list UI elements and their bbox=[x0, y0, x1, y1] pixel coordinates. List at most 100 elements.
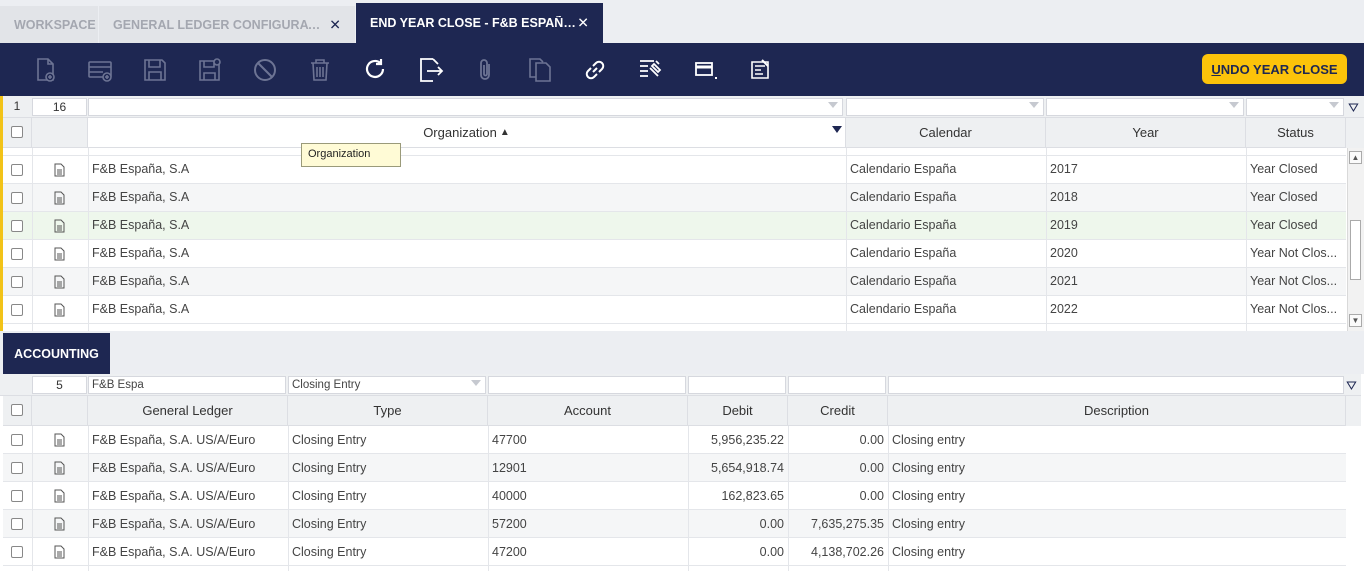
status-filter[interactable] bbox=[1246, 98, 1344, 116]
table-row[interactable]: F&B España, S.A Calendario España 2018 Y… bbox=[3, 184, 1346, 212]
general-ledger-filter[interactable]: F&B Espa bbox=[88, 376, 286, 394]
column-header-calendar[interactable]: Calendar bbox=[846, 118, 1046, 148]
filter-icon[interactable]: ⛛ bbox=[1348, 100, 1359, 116]
debit-filter[interactable] bbox=[688, 376, 786, 394]
column-header-organization[interactable]: Organization ▲ bbox=[88, 118, 846, 148]
refresh-icon[interactable] bbox=[361, 56, 389, 84]
row-checkbox[interactable] bbox=[11, 490, 23, 502]
section-tab-bar: ACCOUNTING bbox=[0, 331, 1364, 374]
column-header-account[interactable]: Account bbox=[488, 396, 688, 426]
scroll-down-icon[interactable]: ▼ bbox=[1349, 314, 1362, 327]
type-filter[interactable]: Closing Entry bbox=[288, 376, 486, 394]
table-row[interactable]: F&B España, S.A. US/A/Euro Closing Entry… bbox=[3, 538, 1346, 566]
column-header-status[interactable]: Status bbox=[1246, 118, 1346, 148]
vertical-scrollbar[interactable]: ▲ ▼ bbox=[1347, 148, 1364, 331]
description-cell: Closing entry bbox=[892, 517, 965, 531]
row-checkbox[interactable] bbox=[11, 434, 23, 446]
table-row[interactable]: F&B España, S.A. US/A/Euro Closing Entry… bbox=[3, 454, 1346, 482]
column-header-year[interactable]: Year bbox=[1046, 118, 1246, 148]
table-row[interactable]: F&B España, S.A. US/A/Euro Closing Entry… bbox=[3, 426, 1346, 454]
save-icon[interactable] bbox=[141, 56, 169, 84]
table-row[interactable]: F&B España, S.A Calendario España 2017 Y… bbox=[3, 156, 1346, 184]
document-icon[interactable] bbox=[54, 489, 65, 503]
credit-filter[interactable] bbox=[788, 376, 886, 394]
row-checkbox[interactable] bbox=[11, 192, 23, 204]
tab-accounting[interactable]: ACCOUNTING bbox=[3, 333, 110, 374]
cancel-icon[interactable] bbox=[251, 56, 279, 84]
table-row[interactable]: F&B España, S.A Calendario España 2022 Y… bbox=[3, 296, 1346, 324]
document-icon[interactable] bbox=[54, 461, 65, 475]
row-checkbox[interactable] bbox=[11, 462, 23, 474]
column-label: Year bbox=[1132, 125, 1159, 140]
attach-icon[interactable] bbox=[471, 56, 499, 84]
column-header-debit[interactable]: Debit bbox=[688, 396, 788, 426]
scrollbar-thumb[interactable] bbox=[1350, 220, 1361, 280]
type-cell: Closing Entry bbox=[292, 433, 367, 447]
select-all-checkbox[interactable] bbox=[11, 126, 23, 138]
account-cell: 12901 bbox=[492, 461, 527, 475]
column-menu-icon[interactable] bbox=[832, 126, 842, 133]
chevron-down-icon[interactable] bbox=[1229, 102, 1239, 108]
tab-workspace[interactable]: WORKSPACE bbox=[0, 6, 98, 43]
row-checkbox[interactable] bbox=[11, 518, 23, 530]
undo-year-close-button[interactable]: UNDO YEAR CLOSE bbox=[1202, 54, 1347, 84]
description-cell: Closing entry bbox=[892, 433, 965, 447]
export-icon[interactable] bbox=[416, 56, 444, 84]
close-icon[interactable]: ✕ bbox=[577, 15, 589, 32]
document-icon[interactable] bbox=[54, 219, 65, 233]
new-row-icon[interactable] bbox=[86, 56, 114, 84]
chevron-down-icon[interactable] bbox=[828, 102, 838, 108]
organization-filter[interactable] bbox=[88, 98, 843, 116]
document-icon[interactable] bbox=[54, 517, 65, 531]
chevron-down-icon[interactable] bbox=[471, 380, 481, 386]
row-checkbox[interactable] bbox=[11, 276, 23, 288]
close-icon[interactable]: ✕ bbox=[329, 16, 341, 33]
new-document-icon[interactable] bbox=[31, 56, 59, 84]
table-row[interactable]: F&B España, S.A. US/A/Euro Closing Entry… bbox=[3, 510, 1346, 538]
scroll-up-icon[interactable]: ▲ bbox=[1349, 151, 1362, 164]
table-row[interactable] bbox=[3, 148, 1346, 156]
select-all-checkbox[interactable] bbox=[11, 404, 23, 416]
document-icon[interactable] bbox=[54, 545, 65, 559]
document-icon[interactable] bbox=[54, 433, 65, 447]
calendar-cell: Calendario España bbox=[850, 246, 957, 260]
filter-edit-icon[interactable] bbox=[746, 56, 774, 84]
tab-general-ledger-configuration[interactable]: GENERAL LEDGER CONFIGURATION ... ✕ bbox=[99, 6, 355, 43]
year-filter[interactable] bbox=[1046, 98, 1244, 116]
document-icon[interactable] bbox=[54, 247, 65, 261]
link-icon[interactable] bbox=[581, 56, 609, 84]
column-header-credit[interactable]: Credit bbox=[788, 396, 888, 426]
save-close-icon[interactable] bbox=[196, 56, 224, 84]
table-row[interactable]: F&B España, S.A Calendario España 2021 Y… bbox=[3, 268, 1346, 296]
chevron-down-icon[interactable] bbox=[1329, 102, 1339, 108]
tab-label: END YEAR CLOSE - F&B ESPAÑA, S... bbox=[370, 16, 580, 30]
row-checkbox[interactable] bbox=[11, 220, 23, 232]
table-row[interactable]: F&B España, S.A. US/A/Euro Closing Entry… bbox=[3, 482, 1346, 510]
column-label: Account bbox=[564, 403, 611, 418]
row-checkbox[interactable] bbox=[11, 248, 23, 260]
calendar-filter[interactable] bbox=[846, 98, 1044, 116]
tab-end-year-close[interactable]: END YEAR CLOSE - F&B ESPAÑA, S... ✕ bbox=[356, 3, 603, 43]
table-row[interactable]: F&B España, S.A Calendario España 2020 Y… bbox=[3, 240, 1346, 268]
column-header-general-ledger[interactable]: General Ledger bbox=[88, 396, 288, 426]
row-checkbox[interactable] bbox=[11, 304, 23, 316]
toggle-view-icon[interactable] bbox=[691, 56, 719, 84]
document-icon[interactable] bbox=[54, 191, 65, 205]
row-checkbox[interactable] bbox=[11, 546, 23, 558]
document-icon[interactable] bbox=[54, 163, 65, 177]
column-header-description[interactable]: Description bbox=[888, 396, 1346, 426]
document-icon[interactable] bbox=[54, 275, 65, 289]
column-header-type[interactable]: Type bbox=[288, 396, 488, 426]
table-row[interactable] bbox=[3, 324, 1346, 331]
filter-icon[interactable]: ⛛ bbox=[1346, 378, 1357, 394]
account-filter[interactable] bbox=[488, 376, 686, 394]
chevron-down-icon[interactable] bbox=[1029, 102, 1039, 108]
credit-cell: 0.00 bbox=[859, 461, 884, 475]
delete-icon[interactable] bbox=[306, 56, 334, 84]
row-checkbox[interactable] bbox=[11, 164, 23, 176]
description-filter[interactable] bbox=[888, 376, 1344, 394]
document-icon[interactable] bbox=[54, 303, 65, 317]
copy-record-icon[interactable] bbox=[526, 56, 554, 84]
audit-icon[interactable] bbox=[636, 56, 664, 84]
table-row-selected[interactable]: F&B España, S.A Calendario España 2019 Y… bbox=[3, 212, 1346, 240]
